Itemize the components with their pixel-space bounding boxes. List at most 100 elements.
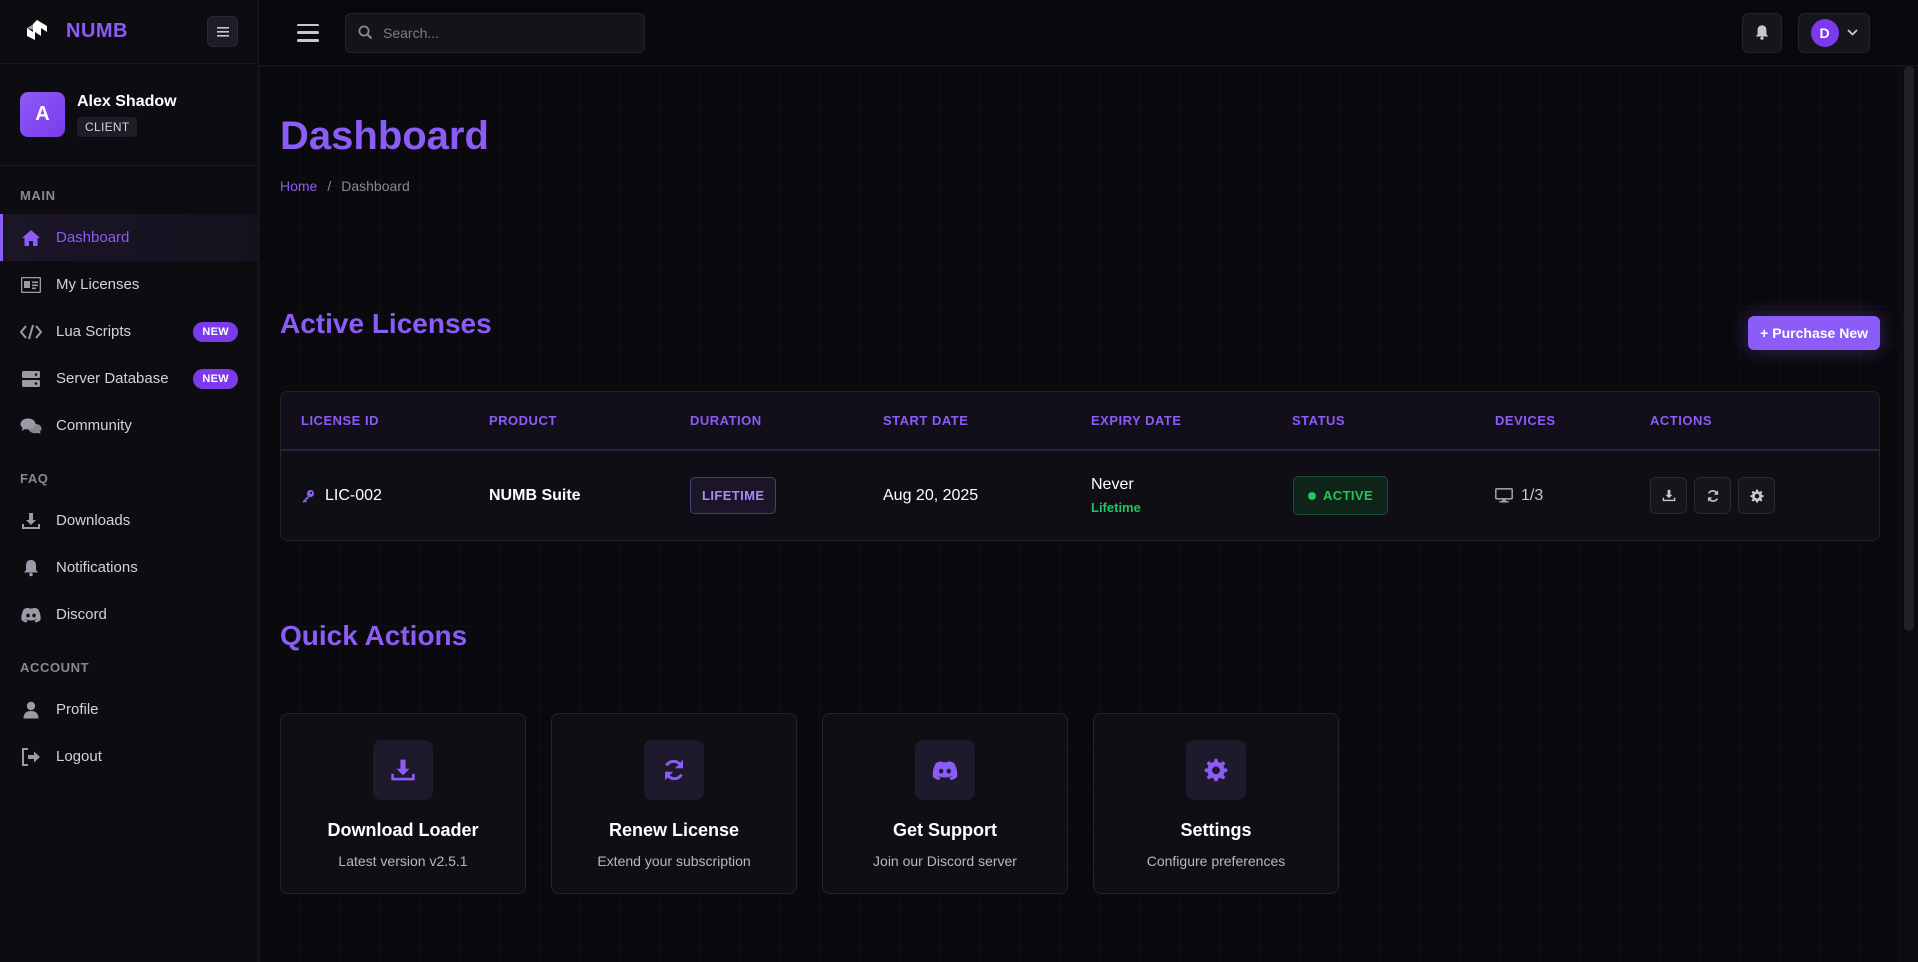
nav-section-account: ACCOUNT — [20, 660, 90, 675]
new-badge: NEW — [193, 321, 238, 342]
gear-icon — [1749, 488, 1764, 503]
license-id-cell: LIC-002 — [301, 487, 382, 505]
notifications-button[interactable] — [1742, 12, 1782, 53]
avatar[interactable]: A — [20, 92, 65, 137]
sidebar-collapse-button[interactable] — [207, 16, 238, 47]
sidebar-item-label: Dashboard — [56, 229, 130, 246]
bell-icon — [1755, 25, 1769, 40]
status-label: ACTIVE — [1323, 488, 1374, 503]
scrollbar[interactable] — [1900, 66, 1918, 962]
sidebar-item-label: Profile — [56, 701, 99, 718]
quick-action-renew-license[interactable]: Renew License Extend your subscription — [551, 713, 797, 894]
server-icon — [20, 369, 42, 389]
sidebar-item-label: Community — [56, 417, 132, 434]
purchase-new-label: Purchase New — [1772, 325, 1868, 341]
user-role-badge: CLIENT — [77, 116, 138, 137]
expiry-cell: Never Lifetime — [1091, 476, 1141, 515]
download-button[interactable] — [1650, 477, 1687, 514]
column-header-start-date: START DATE — [883, 413, 969, 428]
column-header-duration: DURATION — [690, 413, 762, 428]
page-title: Dashboard — [280, 114, 489, 158]
avatar: D — [1810, 18, 1839, 47]
sidebar-item-community[interactable]: Community — [0, 402, 258, 449]
column-header-product: PRODUCT — [489, 413, 557, 428]
table-header: LICENSE ID PRODUCT DURATION START DATE E… — [281, 392, 1879, 451]
expiry-date: Never — [1091, 476, 1134, 493]
search-box[interactable] — [345, 12, 645, 53]
sidebar-item-discord[interactable]: Discord — [0, 591, 258, 638]
key-icon — [302, 489, 315, 503]
new-badge: NEW — [193, 368, 238, 389]
download-icon — [1662, 489, 1675, 502]
sidebar-item-lua-scripts[interactable]: Lua Scripts NEW — [0, 308, 258, 355]
sidebar-item-label: Notifications — [56, 559, 138, 576]
comments-icon — [20, 416, 42, 436]
bell-icon — [20, 558, 42, 578]
search-icon — [358, 25, 373, 40]
start-date: Aug 20, 2025 — [883, 486, 979, 504]
product-name: NUMB Suite — [489, 486, 581, 504]
breadcrumb-current: Dashboard — [341, 178, 410, 194]
home-icon — [20, 228, 42, 248]
refresh-icon — [644, 740, 704, 800]
brand-header: NUMB — [0, 0, 258, 64]
user-icon — [20, 700, 42, 720]
gear-icon — [1186, 740, 1246, 800]
user-profile-card: A Alex Shadow CLIENT — [0, 64, 258, 166]
actions-cell — [1650, 477, 1782, 514]
user-name: Alex Shadow — [77, 92, 177, 110]
quick-action-settings[interactable]: Settings Configure preferences — [1093, 713, 1339, 894]
breadcrumb: Home / Dashboard — [280, 178, 1880, 194]
column-header-actions: ACTIONS — [1650, 413, 1712, 428]
discord-icon — [20, 605, 42, 625]
devices-cell: 1/3 — [1495, 487, 1543, 505]
renew-button[interactable] — [1694, 477, 1731, 514]
sidebar-item-label: My Licenses — [56, 276, 140, 293]
table-row: LIC-002 NUMB Suite LIFETIME Aug 20, 2025… — [281, 451, 1879, 540]
logout-icon — [20, 747, 42, 767]
refresh-icon — [1707, 489, 1718, 502]
licenses-table: LICENSE ID PRODUCT DURATION START DATE E… — [280, 391, 1880, 541]
quick-action-get-support[interactable]: Get Support Join our Discord server — [822, 713, 1068, 894]
hamburger-menu-icon[interactable] — [297, 23, 319, 42]
sidebar-item-label: Downloads — [56, 512, 131, 529]
logo-icon[interactable] — [20, 15, 54, 49]
quick-action-title: Get Support — [893, 820, 997, 840]
search-input[interactable] — [383, 24, 623, 41]
code-icon — [20, 322, 42, 342]
sidebar-item-profile[interactable]: Profile — [0, 686, 258, 733]
sidebar-item-label: Discord — [56, 606, 107, 623]
profile-menu-button[interactable]: D — [1798, 12, 1870, 53]
quick-actions-grid: Download Loader Latest version v2.5.1 Re… — [280, 713, 1339, 894]
column-header-status: STATUS — [1292, 413, 1346, 428]
section-title-quick-actions: Quick Actions — [280, 620, 468, 651]
column-header-expiry-date: EXPIRY DATE — [1091, 413, 1182, 428]
id-card-icon — [20, 275, 42, 295]
menu-icon — [216, 26, 229, 37]
quick-action-download-loader[interactable]: Download Loader Latest version v2.5.1 — [280, 713, 526, 894]
main-content: Dashboard Home / Dashboard Active Licens… — [280, 66, 1880, 894]
license-id: LIC-002 — [325, 486, 382, 504]
sidebar-item-logout[interactable]: Logout — [0, 733, 258, 780]
sidebar-item-label: Lua Scripts — [56, 323, 132, 340]
sidebar-item-downloads[interactable]: Downloads — [0, 497, 258, 544]
sidebar-item-server-database[interactable]: Server Database NEW — [0, 355, 258, 402]
quick-action-description: Latest version v2.5.1 — [338, 853, 468, 869]
status-badge: ACTIVE — [1293, 476, 1389, 515]
status-dot-icon — [1308, 491, 1316, 500]
nav-section-main: MAIN — [20, 188, 56, 203]
sidebar-item-notifications[interactable]: Notifications — [0, 544, 258, 591]
breadcrumb-home-link[interactable]: Home — [280, 178, 317, 194]
scrollbar-thumb[interactable] — [1904, 66, 1914, 631]
purchase-new-button[interactable]: + Purchase New — [1748, 316, 1880, 350]
quick-action-description: Join our Discord server — [873, 853, 1017, 869]
sidebar-item-my-licenses[interactable]: My Licenses — [0, 261, 258, 308]
sidebar-item-dashboard[interactable]: Dashboard — [0, 214, 258, 261]
column-header-license-id: LICENSE ID — [301, 413, 379, 428]
brand-name[interactable]: NUMB — [66, 20, 128, 43]
sidebar-item-label: Logout — [56, 748, 102, 765]
quick-action-title: Download Loader — [327, 820, 479, 840]
column-header-devices: DEVICES — [1495, 413, 1556, 428]
devices-count: 1/3 — [1521, 486, 1544, 504]
settings-button[interactable] — [1738, 477, 1775, 514]
